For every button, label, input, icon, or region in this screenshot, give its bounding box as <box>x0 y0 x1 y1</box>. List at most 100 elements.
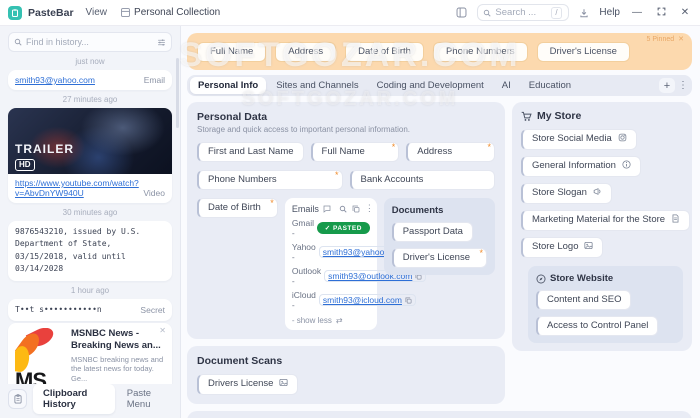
history-item-email[interactable]: smith93@yahoo.com Email <box>8 70 172 90</box>
subboard-title: Documents <box>391 205 444 216</box>
time-label: just now <box>75 57 105 66</box>
global-search-input[interactable] <box>495 7 548 18</box>
image-icon <box>584 241 594 254</box>
pinned-clip[interactable]: Phone Numbers <box>432 42 528 62</box>
email-row-label: Outlook - <box>291 266 322 286</box>
collapse-icon: ⇄ <box>335 316 343 325</box>
pinned-clip[interactable]: Address <box>275 42 337 62</box>
clip-passport-data[interactable]: Passport Data <box>391 222 473 242</box>
link-preview-title: MSNBC News - Breaking News an... <box>71 327 161 351</box>
find-in-history-input[interactable] <box>26 37 153 47</box>
tab-coding-and-development[interactable]: Coding and Development <box>369 77 492 94</box>
clip-general-information[interactable]: General Information <box>521 156 641 177</box>
window-minimize-button[interactable]: — <box>630 7 644 18</box>
window-close-button[interactable]: ✕ <box>678 7 692 18</box>
collection-name: Personal Collection <box>134 7 221 18</box>
board-title: Document Scans <box>197 355 283 367</box>
megaphone-icon <box>593 187 602 200</box>
history-item-secret[interactable]: T••t s•••••••••••n Secret <box>8 298 172 321</box>
clip-full-name[interactable]: Full Name * <box>310 142 400 162</box>
tab-sites-and-channels[interactable]: Sites and Channels <box>268 77 366 94</box>
history-list[interactable]: just now smith93@yahoo.com Email 27 minu… <box>0 52 180 384</box>
personal-data-board: Personal Data Storage and quick access t… <box>187 102 505 339</box>
email-value-link[interactable]: smith93@icloud.com <box>323 295 402 305</box>
filter-options-icon[interactable] <box>157 38 166 47</box>
thumbnail-title: TRAILER <box>15 142 74 156</box>
document-scans-board: Document Scans Drivers License <box>187 346 505 404</box>
pin-indicator: * <box>270 198 274 208</box>
tab-ai[interactable]: AI <box>494 77 519 94</box>
menu-view[interactable]: View <box>86 7 108 18</box>
app-title: PasteBar <box>28 6 74 19</box>
clip-date-of-birth[interactable]: Date of Birth * <box>197 198 278 218</box>
clip-store-logo[interactable]: Store Logo <box>521 237 604 258</box>
email-row-label: iCloud - <box>291 290 316 310</box>
collection-selector[interactable]: Personal Collection <box>121 7 220 18</box>
clip-bank-accounts[interactable]: Bank Accounts <box>349 170 495 190</box>
pinned-items-bar: Full Name Address Date of Birth Phone Nu… <box>187 33 692 70</box>
history-item-link-preview[interactable]: ✕ MS MSNBC News - Breaking News an... MS… <box>8 322 172 384</box>
clipboard-icon-button[interactable] <box>8 389 28 409</box>
quick-paste-icon[interactable] <box>579 8 589 18</box>
paste-menu-tab[interactable]: Paste Menu <box>121 384 172 414</box>
clip-phone-numbers[interactable]: Phone Numbers * <box>197 170 343 190</box>
add-tab-button[interactable]: + <box>659 78 675 93</box>
history-panel-toggle-icon[interactable] <box>456 7 467 18</box>
pastebar-logo-icon <box>8 5 22 20</box>
clip-access-control-panel[interactable]: Access to Control Panel <box>536 316 659 336</box>
item-type-badge: Secret <box>140 304 165 315</box>
comment-icon <box>323 205 331 213</box>
help-menu[interactable]: Help <box>599 7 620 18</box>
history-item-text[interactable]: 9876543210, issued by U.S. Department of… <box>8 221 172 281</box>
search-icon <box>483 9 491 17</box>
pinned-clip[interactable]: Full Name <box>197 42 267 62</box>
email-link[interactable]: smith93@yahoo.com <box>15 75 95 85</box>
instagram-icon <box>618 133 627 146</box>
board-title: Personal Data <box>197 111 268 123</box>
document-icon <box>671 214 680 227</box>
copy-icon[interactable] <box>405 297 412 304</box>
item-type-badge: Video <box>143 188 165 198</box>
clip-store-slogan[interactable]: Store Slogan <box>521 183 612 204</box>
clip-store-social-media[interactable]: Store Social Media <box>521 129 637 150</box>
pinned-clip[interactable]: Driver's License <box>536 42 630 62</box>
video-thumbnail: TRAILER HD <box>8 108 172 174</box>
close-preview-icon[interactable]: ✕ <box>159 326 166 335</box>
global-search[interactable]: / <box>477 4 570 21</box>
unpin-all-icon[interactable]: ✕ <box>678 35 684 43</box>
pin-indicator: * <box>334 170 339 180</box>
board-subtitle: Storage and quick access to important pe… <box>197 125 411 134</box>
clip-first-and-last-name[interactable]: First and Last Name <box>197 142 304 162</box>
my-store-board: My Store Store Social Media General Info… <box>512 102 692 351</box>
pin-indicator: * <box>391 142 396 152</box>
history-item-video[interactable]: TRAILER HD https://www.youtube.com/watch… <box>8 108 172 203</box>
clip-marketing-material[interactable]: Marketing Material for the Store <box>521 210 691 231</box>
find-in-history[interactable] <box>8 32 172 52</box>
link-preview-description: MSNBC breaking news and the latest news … <box>71 354 164 384</box>
pin-indicator: * <box>487 142 492 152</box>
pinned-clip[interactable]: Date of Birth <box>345 42 424 62</box>
clip-drivers-license-scan[interactable]: Drivers License <box>197 374 299 395</box>
window-maximize-button[interactable] <box>654 7 668 18</box>
sidebar-scrollbar[interactable] <box>176 58 179 128</box>
compass-icon <box>536 274 546 284</box>
search-shortcut-key: / <box>551 6 562 19</box>
pin-indicator: * <box>479 248 483 258</box>
video-link[interactable]: https://www.youtube.com/watch?v=AbvDnYW9… <box>15 178 139 198</box>
search-in-board-icon[interactable] <box>339 205 347 213</box>
tab-education[interactable]: Education <box>521 77 579 94</box>
cart-icon <box>521 111 532 122</box>
clip-content-and-seo[interactable]: Content and SEO <box>536 290 632 310</box>
copy-board-icon[interactable] <box>352 205 360 213</box>
clipboard-history-tab[interactable]: Clipboard History <box>33 384 115 414</box>
hd-badge: HD <box>15 159 35 171</box>
subboard-title: Emails <box>291 203 319 214</box>
clip-drivers-license[interactable]: Driver's License * <box>391 248 487 268</box>
show-less-toggle[interactable]: - show less <box>292 316 332 325</box>
clip-address[interactable]: Address * <box>406 142 496 162</box>
tab-personal-info[interactable]: Personal Info <box>190 77 267 94</box>
board-options-icon[interactable]: ⋮ <box>365 203 374 214</box>
tab-options-icon[interactable]: ⋮ <box>677 80 689 91</box>
collection-icon <box>121 8 130 17</box>
image-icon <box>279 378 289 391</box>
